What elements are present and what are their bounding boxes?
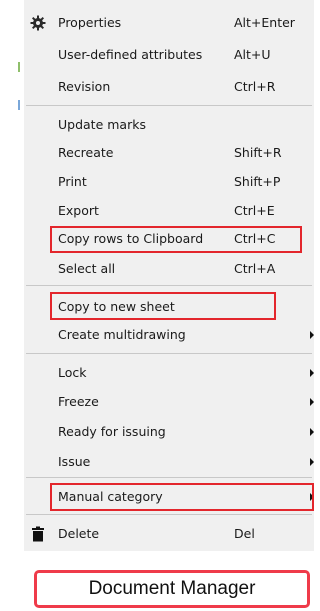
menu-item-shortcut: Shift+R: [234, 145, 282, 160]
menu-item-select-all[interactable]: Select all Ctrl+A: [24, 256, 314, 282]
menu-item-properties[interactable]: Properties Alt+Enter: [24, 10, 314, 36]
gear-icon: [30, 15, 46, 31]
background-mark: [18, 62, 20, 72]
menu-separator: [26, 477, 312, 478]
menu-item-label: Properties: [58, 15, 122, 30]
menu-item-user-defined-attributes[interactable]: User-defined attributes Alt+U: [24, 42, 314, 68]
context-menu: Properties Alt+Enter User-defined attrib…: [24, 0, 314, 551]
menu-item-freeze[interactable]: Freeze: [24, 389, 314, 415]
background-mark: [18, 100, 20, 110]
menu-item-print[interactable]: Print Shift+P: [24, 169, 314, 195]
menu-item-label: Print: [58, 174, 87, 189]
menu-item-label: User-defined attributes: [58, 47, 203, 62]
menu-item-create-multidrawing[interactable]: Create multidrawing: [24, 322, 314, 348]
menu-item-shortcut: Del: [234, 526, 255, 541]
menu-item-revision[interactable]: Revision Ctrl+R: [24, 74, 314, 100]
menu-item-lock[interactable]: Lock: [24, 360, 314, 386]
highlight-box-manual-category: [50, 483, 314, 511]
menu-item-label: Update marks: [58, 117, 146, 132]
menu-item-label: Lock: [58, 365, 87, 380]
menu-item-issue[interactable]: Issue: [24, 449, 314, 475]
menu-item-shortcut: Alt+Enter: [234, 15, 295, 30]
menu-item-label: Freeze: [58, 394, 99, 409]
menu-item-delete[interactable]: Delete Del: [24, 521, 314, 547]
submenu-arrow-icon: [310, 428, 314, 436]
submenu-arrow-icon: [310, 398, 314, 406]
menu-item-label: Delete: [58, 526, 100, 541]
menu-item-ready-for-issuing[interactable]: Ready for issuing: [24, 419, 314, 445]
highlight-box-copy-rows: [50, 226, 302, 253]
document-manager-title: Document Manager: [34, 570, 310, 608]
menu-separator: [26, 105, 312, 106]
menu-item-shortcut: Ctrl+E: [234, 203, 275, 218]
menu-item-update-marks[interactable]: Update marks: [24, 112, 314, 138]
trash-icon: [30, 526, 46, 542]
menu-separator: [26, 353, 312, 354]
menu-item-shortcut: Ctrl+A: [234, 261, 276, 276]
menu-item-label: Ready for issuing: [58, 424, 166, 439]
menu-separator: [26, 514, 312, 515]
menu-item-label: Export: [58, 203, 99, 218]
menu-item-label: Select all: [58, 261, 116, 276]
submenu-arrow-icon: [310, 331, 314, 339]
menu-item-shortcut: Ctrl+R: [234, 79, 276, 94]
menu-item-shortcut: Shift+P: [234, 174, 281, 189]
submenu-arrow-icon: [310, 369, 314, 377]
menu-item-shortcut: Alt+U: [234, 47, 271, 62]
submenu-arrow-icon: [310, 458, 314, 466]
menu-item-label: Issue: [58, 454, 91, 469]
menu-separator: [26, 285, 312, 286]
background-window-edge: [0, 0, 24, 551]
menu-item-label: Revision: [58, 79, 111, 94]
menu-item-label: Recreate: [58, 145, 114, 160]
menu-item-recreate[interactable]: Recreate Shift+R: [24, 140, 314, 166]
menu-item-label: Create multidrawing: [58, 327, 186, 342]
highlight-box-copy-to-new-sheet: [50, 292, 276, 320]
menu-item-export[interactable]: Export Ctrl+E: [24, 198, 314, 224]
